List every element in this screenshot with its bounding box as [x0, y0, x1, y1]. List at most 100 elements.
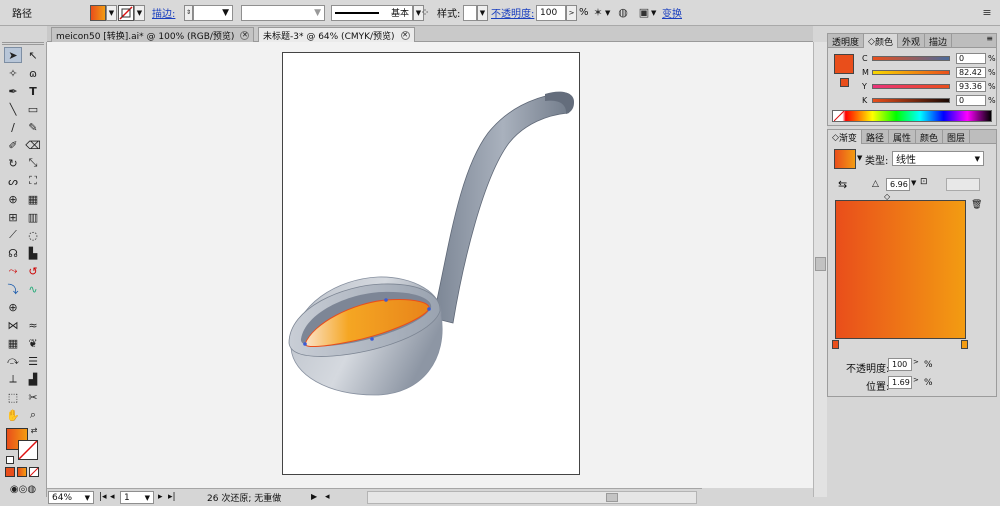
gradient-preview-swatch[interactable] — [834, 149, 856, 169]
yellow-bar[interactable] — [872, 83, 950, 89]
fill-dropdown-arrow[interactable]: ▼ — [106, 4, 117, 21]
style-preview[interactable] — [463, 4, 477, 21]
none-mode-icon[interactable] — [29, 467, 39, 477]
stroke-color-box[interactable] — [18, 440, 38, 460]
canvas-area[interactable] — [47, 42, 813, 488]
gradient-tool-icon[interactable]: ▥ — [24, 209, 42, 225]
graph-tool-icon[interactable]: ▙ — [24, 245, 42, 261]
drawing-modes-icon[interactable]: ◉◎◍ — [4, 481, 42, 497]
fill-swatch[interactable]: ▼ — [90, 4, 117, 21]
opacity-input[interactable]: 100 — [536, 4, 566, 21]
direct-selection-tool-icon[interactable]: ↖ — [24, 47, 42, 63]
style-dropdown[interactable]: ▼ — [463, 4, 488, 21]
tab-gradient[interactable]: ◇ 渐变 — [828, 130, 862, 144]
stroke-weight-field[interactable]: ⇕ ▼ — [184, 4, 233, 21]
page-dropdown[interactable]: 1 ▼ — [120, 491, 154, 504]
magenta-input[interactable]: 82.42 — [956, 66, 986, 78]
close-icon[interactable]: ✕ — [240, 30, 250, 40]
zoom-tool-icon[interactable]: ⌕ — [24, 407, 42, 423]
stop-location-input[interactable]: 1.69 — [888, 376, 912, 389]
zoom-dropdown[interactable]: 64% ▼ — [48, 491, 94, 504]
stroke-swatch[interactable]: ▼ — [118, 4, 145, 21]
gradient-stop-left[interactable] — [832, 340, 839, 349]
list-align-icon[interactable]: ☰ — [24, 353, 42, 369]
black-slider[interactable]: K 0 % — [862, 94, 996, 106]
transform-link[interactable]: 变换 — [662, 5, 682, 20]
panel-menu-icon[interactable]: ≡ — [986, 34, 996, 47]
eraser-icon[interactable]: ⌫ — [24, 137, 42, 153]
pen-tool-icon[interactable]: ✒ — [4, 83, 22, 99]
scroll-left-icon[interactable]: ◂ — [325, 492, 330, 502]
variable-width-profile[interactable]: ▼ — [241, 4, 325, 21]
color-spectrum[interactable] — [832, 110, 992, 122]
tab-stroke[interactable]: 描边 — [925, 34, 952, 48]
stop-location-arrow-icon[interactable]: > — [913, 376, 919, 384]
tab-color[interactable]: ◇ 颜色 — [864, 34, 898, 48]
free-transform-icon[interactable]: ⛶ — [24, 173, 42, 189]
gradient-stop-right[interactable] — [961, 340, 968, 349]
stop-opacity-input[interactable]: 100 — [888, 358, 912, 371]
brush-profile-field[interactable]: 基本 — [331, 4, 413, 21]
custom-path-tool-icon[interactable]: ⤳ — [4, 263, 22, 279]
grid-mesh-icon[interactable]: ▦ — [4, 335, 22, 351]
next-page-icon[interactable]: ▸ — [158, 492, 163, 502]
tab-attributes[interactable]: 属性 — [889, 130, 916, 144]
path-tweak-icon[interactable]: ⤼ — [4, 353, 22, 369]
stroke-weight-input[interactable]: ▼ — [193, 4, 233, 21]
gradient-swatch-arrow-icon[interactable]: ▼ — [857, 154, 862, 162]
gradient-slider-preview[interactable] — [835, 200, 966, 339]
horizontal-scroll-thumb[interactable] — [606, 493, 618, 502]
variable-width-input[interactable]: ▼ — [241, 4, 325, 21]
magenta-slider[interactable]: M 82.42 % — [862, 66, 996, 78]
delete-stop-icon[interactable]: 🗑 — [971, 200, 982, 210]
black-input[interactable]: 0 — [956, 94, 986, 106]
stroke-none-icon[interactable] — [118, 4, 134, 21]
yellow-input[interactable]: 93.36 — [956, 80, 986, 92]
line-tool-icon[interactable]: ╲ — [4, 101, 22, 117]
vertical-scroll-thumb[interactable] — [815, 257, 826, 271]
crosshair-icon[interactable]: ⊕ — [4, 299, 22, 315]
hand-tool-icon[interactable]: ✋ — [4, 407, 22, 423]
style-dropdown-arrow[interactable]: ▼ — [477, 4, 488, 21]
color-mode-icon[interactable] — [5, 467, 15, 477]
shape-builder-icon[interactable]: ⊕ — [4, 191, 22, 207]
cyan-slider[interactable]: C 0 % — [862, 52, 996, 64]
magic-wand-icon[interactable]: ✧ — [4, 65, 22, 81]
mesh-tool-icon[interactable]: ⊞ — [4, 209, 22, 225]
first-page-icon[interactable]: |◂ — [99, 492, 107, 502]
custom-curve-tool-icon[interactable]: ↺ — [24, 263, 42, 279]
blob-brush-icon[interactable]: ✐ — [4, 137, 22, 153]
brush-profile-dropdown[interactable]: 基本 ▼ — [331, 4, 424, 21]
pencil-icon[interactable]: ✎ — [24, 119, 42, 135]
tab-meicon50[interactable]: meicon50 [转换].ai* @ 100% (RGB/预览) ✕ — [51, 27, 255, 42]
default-colors-icon[interactable] — [6, 456, 14, 464]
stroke-dropdown-arrow[interactable]: ▼ — [134, 4, 145, 21]
tab-color-2[interactable]: 颜色 — [916, 130, 943, 144]
vertical-scrollbar[interactable] — [813, 42, 827, 497]
prev-page-icon[interactable]: ◂ — [110, 492, 115, 502]
out-of-gamut-icon[interactable] — [840, 78, 849, 87]
slice-tool-icon[interactable]: ✂ — [24, 389, 42, 405]
reverse-gradient-icon[interactable]: ⇆ — [838, 178, 847, 191]
align-icon[interactable]: ▣ — [637, 6, 651, 20]
angle-dropdown-arrow-icon[interactable]: ▼ — [911, 179, 916, 187]
align-arrow-icon[interactable]: ▼ — [651, 9, 656, 17]
measure-tool-icon[interactable]: ⟂ — [4, 371, 22, 387]
custom-wave-tool-icon[interactable]: ∿ — [24, 281, 42, 297]
tab-transparency[interactable]: 透明度 — [828, 34, 865, 48]
stroke-label-link[interactable]: 描边: — [152, 5, 175, 20]
ladle-artwork[interactable] — [283, 53, 581, 476]
tab-layers[interactable]: 图层 — [943, 130, 970, 144]
recolor-icon[interactable]: ✶ — [591, 6, 605, 20]
gradient-mode-icon[interactable] — [17, 467, 27, 477]
artboard-tool-icon[interactable]: ⬚ — [4, 389, 22, 405]
panel-menu-icon[interactable]: ≡ — [980, 6, 994, 20]
swap-fill-stroke-icon[interactable]: ⇄ — [28, 425, 40, 435]
stroke-weight-stepper[interactable]: ⇕ — [184, 4, 193, 21]
warp-tool-icon[interactable]: ᔕ — [4, 173, 22, 189]
selection-tool-icon[interactable]: ➤ — [4, 47, 22, 63]
cyan-input[interactable]: 0 — [956, 52, 986, 64]
warp-envelope-icon[interactable]: ≈ — [24, 317, 42, 333]
lasso-icon[interactable]: ɷ — [24, 65, 42, 81]
artboard[interactable] — [282, 52, 580, 475]
